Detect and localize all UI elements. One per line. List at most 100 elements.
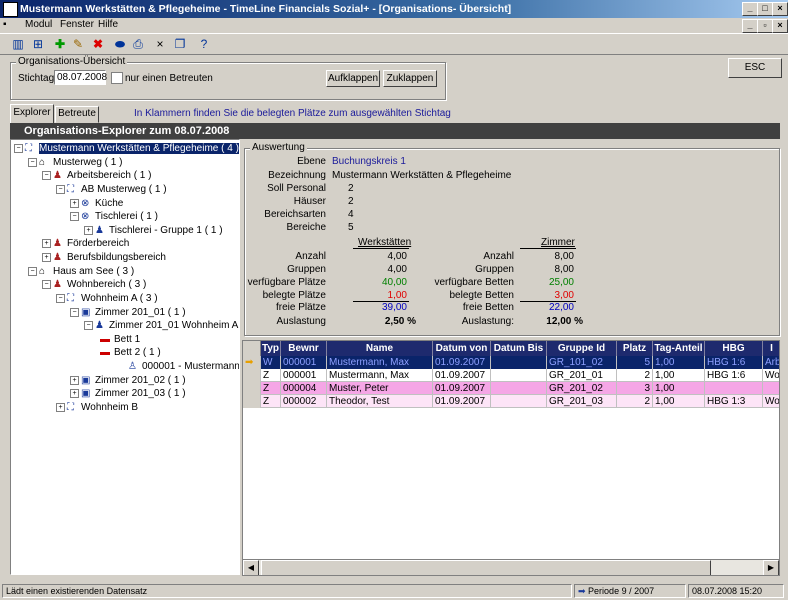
tree-node-tischlerei-gruppe[interactable]: + ♟ Tischlerei - Gruppe 1 ( 1 ) [84,225,223,238]
tree-node-zimmer-201-01-wohnheim[interactable]: − ♟ Zimmer 201_01 Wohnheim A [84,320,238,333]
people-icon: ♟ [53,279,62,291]
tree-node-bett-1[interactable]: ▬ Bett 1 [100,334,140,347]
col-header[interactable]: Datum Bis [491,341,547,356]
cell [491,369,547,382]
cell: HBG 1:6 [705,356,763,369]
child-minimize-button[interactable]: _ [742,19,758,33]
tree-node-ab-musterweg[interactable]: − ⛶ AB Musterweg ( 1 ) [56,184,167,197]
menu-hilfe[interactable]: Hilfe [98,19,118,30]
scroll-thumb[interactable] [261,560,711,575]
tree-node-root[interactable]: − ⛶ Mustermann Werkstätten & Pflegeheime (… [14,143,239,156]
edit-icon[interactable]: ✎ [70,36,86,52]
window-layout-icon[interactable]: ▥ [10,36,26,52]
stichtag-input[interactable]: 08.07.2008 [54,70,107,85]
cell [491,382,547,395]
house-icon: ⌂ [39,266,46,278]
tree-node-resident[interactable]: ♙ 000001 - Mustermann [128,361,239,374]
save-icon[interactable]: ⬬ [112,36,128,52]
add-icon[interactable]: ✚ [52,36,68,52]
collapse-button[interactable]: Zuklappen [383,70,437,87]
horizontal-scrollbar[interactable]: ◀ ▶ [243,559,779,575]
cell: 01.09.2007 [433,382,491,395]
esc-button[interactable]: ESC [728,58,782,78]
col-header[interactable]: Tag-Anteil [653,341,705,356]
cell: 01.09.2007 [433,369,491,382]
cell: GR_201_02 [547,382,617,395]
stat-label: Anzahl [483,251,514,262]
tree-node-zimmer-201-03[interactable]: + ▣ Zimmer 201_03 ( 1 ) [70,388,186,401]
help-icon[interactable]: ? [196,36,212,52]
col-header[interactable]: Datum von [433,341,491,356]
scroll-right-button[interactable]: ▶ [763,560,779,575]
copy-icon[interactable]: ❐ [172,36,188,52]
child-restore-button[interactable]: ▫ [757,19,773,33]
menu-bar: ▪ Modul Fenster Hilfe _ ▫ × [0,18,788,33]
people-icon: ♟ [53,170,62,182]
stat-value: 4,00 [387,251,407,262]
status-bar: Lädt einen existierenden Datensatz ➡ Per… [0,582,788,600]
tree-node-kueche[interactable]: + ⊗ Küche [70,198,123,211]
tree-node-haus-am-see[interactable]: − ⌂ Haus am See ( 3 ) [28,266,134,279]
cell [491,395,547,408]
cell: 5 [617,356,653,369]
col-header[interactable]: Bewnr [281,341,327,356]
tree-node-tischlerei[interactable]: − ⊗ Tischlerei ( 1 ) [70,211,158,224]
stat-label: freie Plätze [275,302,326,313]
minimize-button[interactable]: _ [742,2,758,16]
workshop-icon: ⊗ [81,211,90,223]
tree-node-wohnheim-a[interactable]: − ⛶ Wohnheim A ( 3 ) [56,293,158,306]
stat-label: Gruppen [287,264,326,275]
tree-node-zimmer-201-02[interactable]: + ▣ Zimmer 201_02 ( 1 ) [70,375,186,388]
tree-node-musterweg[interactable]: − ⌂ Musterweg ( 1 ) [28,157,122,170]
tree-node-wohnheim-b[interactable]: + ⛶ Wohnheim B [56,402,138,415]
tree-node-arbeitsbereich[interactable]: − ♟ Arbeitsbereich ( 1 ) [42,170,151,183]
cell: W [261,356,281,369]
col-header[interactable]: HBG [705,341,763,356]
maximize-button[interactable]: □ [757,2,773,16]
tree-node-zimmer-201-01[interactable]: − ▣ Zimmer 201_01 ( 1 ) [70,307,186,320]
child-close-button[interactable]: × [772,19,788,33]
expand-button[interactable]: Aufklappen [326,70,380,87]
stat-label: belegte Betten [449,290,515,301]
group-icon: ♟ [95,225,104,237]
cell: Z [261,395,281,408]
doc-icon: ▪ [3,19,7,30]
stat-value: 25,00 [548,277,574,288]
col-header[interactable]: Name [327,341,433,356]
menu-modul[interactable]: Modul [25,19,52,30]
tree-node-foerderbereich[interactable]: + ♟ Förderbereich [42,238,129,251]
field-label: Häuser [293,196,326,207]
org-icon: ⛶ [67,402,74,414]
cell: 01.09.2007 [433,356,491,369]
cell: 000001 [281,356,327,369]
close-button[interactable]: × [772,2,788,16]
tree-node-berufsbildungsbereich[interactable]: + ♟ Berufsbildungsbereich [42,252,166,265]
status-datetime: 08.07.2008 15:20 [688,584,784,598]
toolbar: ▥ ⊞ ✚ ✎ ✖ ⬬ ⎙ × ❐ ? [0,33,788,55]
print-icon[interactable]: ⎙ [130,36,146,52]
field-value: 5 [348,222,354,233]
tree-icon[interactable]: ⊞ [30,36,46,52]
menu-fenster[interactable]: Fenster [60,19,94,30]
tree-node-bett-2[interactable]: ▬ Bett 2 ( 1 ) [100,347,161,360]
scroll-left-button[interactable]: ◀ [243,560,259,575]
cell [491,356,547,369]
col-header[interactable]: Gruppe Id [547,341,617,356]
explorer-header-title: Organisations-Explorer zum 08.07.2008 [24,125,230,137]
cell: Z [261,382,281,395]
tree-node-wohnbereich[interactable]: − ♟ Wohnbereich ( 3 ) [42,279,146,292]
tab-explorer[interactable]: Explorer [10,104,54,123]
col-header[interactable]: Typ [261,341,281,356]
only-occupied-checkbox[interactable] [111,72,123,84]
cell: 000004 [281,382,327,395]
cancel-icon[interactable]: × [152,36,168,52]
org-icon: ⛶ [67,184,74,196]
divider [353,248,409,249]
col-header[interactable]: Platz Nr [617,341,653,369]
auswertung-title: Auswertung [250,142,307,153]
delete-icon[interactable]: ✖ [90,36,106,52]
tab-betreute[interactable]: Betreute [55,106,99,123]
col-header[interactable]: I [763,341,779,356]
stat-value: 1,00 [387,290,407,301]
stat-value: 3,00 [554,290,574,301]
